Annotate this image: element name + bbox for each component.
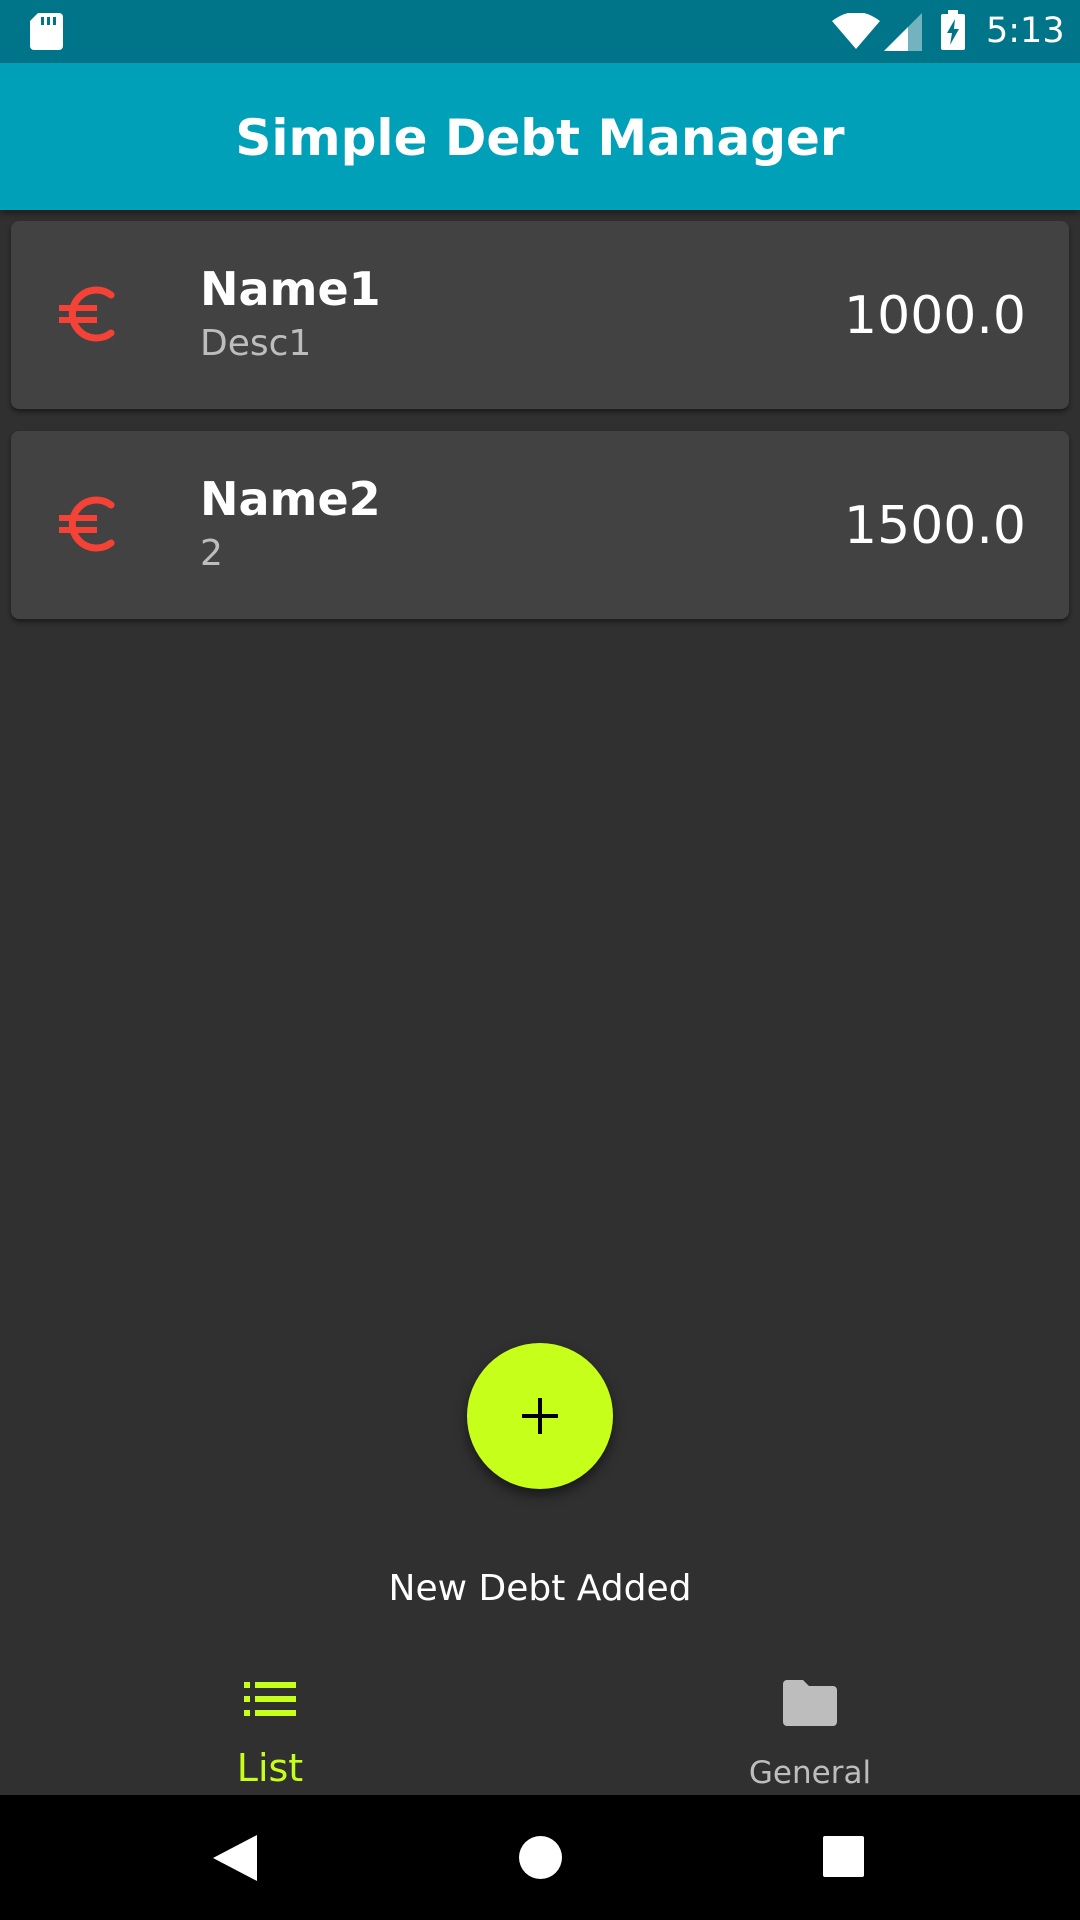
app-bar: Simple Debt Manager	[0, 63, 1080, 210]
debt-name: Name1	[200, 262, 381, 316]
bottom-navigation: List General	[0, 1640, 1080, 1795]
app-title: Simple Debt Manager	[235, 109, 845, 167]
battery-charging-icon	[941, 10, 965, 50]
status-bar: 5:13	[0, 0, 1080, 63]
plus-icon	[522, 1398, 558, 1434]
debt-amount: 1000.0	[844, 286, 1026, 346]
debt-amount: 1500.0	[844, 496, 1026, 556]
nav-item-label: General	[748, 1755, 872, 1791]
debt-description: 2	[200, 533, 223, 574]
euro-icon	[59, 496, 115, 552]
nav-item-general[interactable]: General	[540, 1640, 1080, 1795]
euro-icon	[59, 286, 115, 342]
folder-icon	[783, 1680, 837, 1726]
wifi-icon	[832, 13, 880, 49]
cell-signal-icon	[884, 13, 922, 51]
status-time: 5:13	[986, 11, 1065, 51]
debt-card[interactable]: Name1 Desc1 1000.0	[11, 221, 1069, 409]
nav-item-list[interactable]: List	[0, 1640, 540, 1795]
list-icon	[244, 1682, 296, 1716]
debt-description: Desc1	[200, 323, 312, 364]
sd-card-icon	[30, 13, 63, 50]
home-icon[interactable]	[519, 1836, 562, 1879]
debt-name: Name2	[200, 472, 381, 526]
back-icon[interactable]	[213, 1835, 257, 1881]
nav-item-label: List	[236, 1746, 304, 1790]
recents-icon[interactable]	[823, 1836, 864, 1877]
system-navigation-bar	[0, 1795, 1080, 1920]
add-debt-button[interactable]	[467, 1343, 613, 1489]
debt-card[interactable]: Name2 2 1500.0	[11, 431, 1069, 619]
snackbar-message: New Debt Added	[388, 1568, 692, 1609]
